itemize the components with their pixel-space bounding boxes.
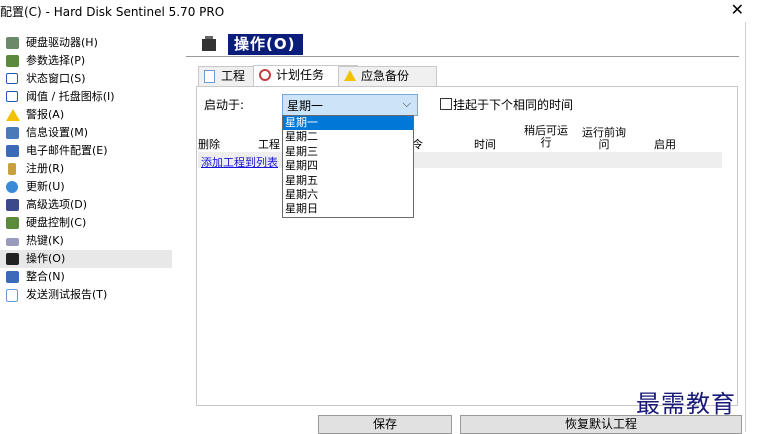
sidebar-item-disk-control[interactable]: 硬盘控制(C) [0, 214, 178, 232]
disk-control-icon [6, 217, 19, 229]
sidebar-item-message-settings[interactable]: 信息设置(M) [0, 124, 178, 142]
sidebar-item-actions[interactable]: 操作(O) [0, 250, 172, 268]
suspend-checkbox[interactable] [440, 98, 452, 110]
sidebar-item-status-window[interactable]: 状态窗口(S) [0, 70, 178, 88]
sidebar-item-threshold-tray[interactable]: 阈值 / 托盘图标(I) [0, 88, 178, 106]
warning-icon [6, 109, 20, 121]
add-project-link[interactable]: 添加工程到列表 [201, 154, 278, 170]
dropdown-option[interactable]: 星期六 [283, 188, 413, 202]
day-dropdown-list: 星期一 星期二 星期三 星期四 星期五 星期六 星期日 [282, 115, 414, 218]
start-day-select[interactable]: 星期一 ⌵ [282, 94, 418, 116]
column-run-later-line2: 行 [540, 136, 552, 149]
sidebar-item-update[interactable]: 更新(U) [0, 178, 178, 196]
sidebar-item-register[interactable]: 注册(R) [0, 160, 178, 178]
status-window-icon [6, 73, 18, 84]
tab-project[interactable]: 工程 [198, 66, 259, 86]
start-on-label: 启动于: [204, 98, 245, 112]
close-icon[interactable]: ✕ [731, 0, 744, 20]
sidebar: 硬盘驱动器(H) 参数选择(P) 状态窗口(S) 阈值 / 托盘图标(I) 警报… [0, 34, 178, 304]
sidebar-item-email-config[interactable]: 电子邮件配置(E) [0, 142, 178, 160]
column-ask-before-line2: 问 [598, 138, 610, 151]
chevron-down-icon: ⌵ [402, 97, 411, 110]
schedule-clock-icon [259, 69, 271, 81]
suspend-checkbox-label: 挂起于下个相同的时间 [453, 98, 574, 112]
message-settings-icon [6, 127, 19, 139]
sidebar-item-label: 高级选项(D) [26, 198, 88, 211]
sidebar-item-preferences[interactable]: 参数选择(P) [0, 52, 178, 70]
window-frame-edge [745, 22, 746, 432]
sidebar-item-label: 发送测试报告(T) [26, 288, 108, 301]
threshold-tray-icon [6, 91, 18, 102]
sidebar-item-label: 更新(U) [26, 180, 65, 193]
sidebar-item-label: 操作(O) [26, 252, 66, 265]
sidebar-item-label: 状态窗口(S) [26, 72, 86, 85]
window-title: 配置(C) - Hard Disk Sentinel 5.70 PRO [0, 5, 225, 19]
column-ask-before: 运行前询 问 [578, 127, 630, 151]
sidebar-item-alerts[interactable]: 警报(A) [0, 106, 178, 124]
sidebar-item-label: 硬盘控制(C) [26, 216, 87, 229]
sidebar-item-disk-drives[interactable]: 硬盘驱动器(H) [0, 34, 178, 52]
integration-icon [6, 271, 19, 283]
sidebar-item-label: 注册(R) [26, 162, 65, 175]
sidebar-item-send-report[interactable]: 发送测试报告(T) [0, 286, 178, 304]
tab-label: 应急备份 [361, 69, 410, 83]
title-bar: 配置(C) - Hard Disk Sentinel 5.70 PRO ✕ [0, 0, 760, 22]
column-run-later: 稍后可运 行 [520, 125, 572, 149]
sidebar-item-label: 整合(N) [26, 270, 65, 283]
schedule-panel [196, 86, 738, 406]
hotkey-icon [6, 238, 19, 246]
email-icon [6, 145, 19, 157]
start-day-value: 星期一 [287, 99, 324, 113]
action-clapper-icon [6, 253, 19, 265]
sidebar-item-advanced-options[interactable]: 高级选项(D) [0, 196, 178, 214]
column-enabled: 启用 [654, 138, 676, 151]
tab-label: 计划任务 [276, 68, 325, 82]
column-delete: 删除 [198, 138, 220, 151]
update-globe-icon [6, 181, 18, 193]
sidebar-item-label: 信息设置(M) [26, 126, 89, 139]
send-report-icon [6, 289, 18, 302]
project-icon [204, 70, 215, 83]
tab-label: 工程 [221, 69, 246, 83]
action-clapper-icon [202, 36, 216, 51]
column-project: 工程 [258, 138, 280, 151]
dropdown-option[interactable]: 星期一 [283, 116, 413, 131]
dropdown-option[interactable]: 星期四 [283, 159, 413, 173]
main-panel: 操作(O) 工程 计划任务 应急备份 启动于: 星期一 ⌵ 挂起于下个相同的时间… [186, 34, 742, 434]
sidebar-item-label: 热键(K) [26, 234, 64, 247]
sidebar-item-label: 警报(A) [26, 108, 65, 121]
column-time: 时间 [474, 138, 496, 151]
sidebar-item-label: 电子邮件配置(E) [26, 144, 108, 157]
page-title: 操作(O) [228, 34, 304, 55]
dropdown-option[interactable]: 星期日 [283, 202, 413, 216]
save-button[interactable]: 保存 [318, 415, 452, 434]
watermark-text: 最需教育 [636, 390, 736, 418]
sidebar-item-label: 阈值 / 托盘图标(I) [26, 90, 115, 103]
dropdown-option[interactable]: 星期五 [283, 174, 413, 188]
advanced-options-icon [6, 199, 19, 211]
warning-icon [344, 70, 356, 81]
register-icon [8, 163, 16, 175]
sidebar-item-label: 参数选择(P) [26, 54, 86, 67]
preferences-icon [6, 55, 19, 67]
sidebar-item-label: 硬盘驱动器(H) [26, 36, 98, 49]
dropdown-option[interactable]: 星期三 [283, 145, 413, 159]
section-header: 操作(O) [186, 34, 739, 57]
sidebar-item-hotkeys[interactable]: 热键(K) [0, 232, 178, 250]
sidebar-item-integration[interactable]: 整合(N) [0, 268, 178, 286]
tab-emergency-backup[interactable]: 应急备份 [338, 66, 437, 86]
disk-drive-icon [6, 37, 19, 49]
dropdown-option[interactable]: 星期二 [283, 130, 413, 144]
